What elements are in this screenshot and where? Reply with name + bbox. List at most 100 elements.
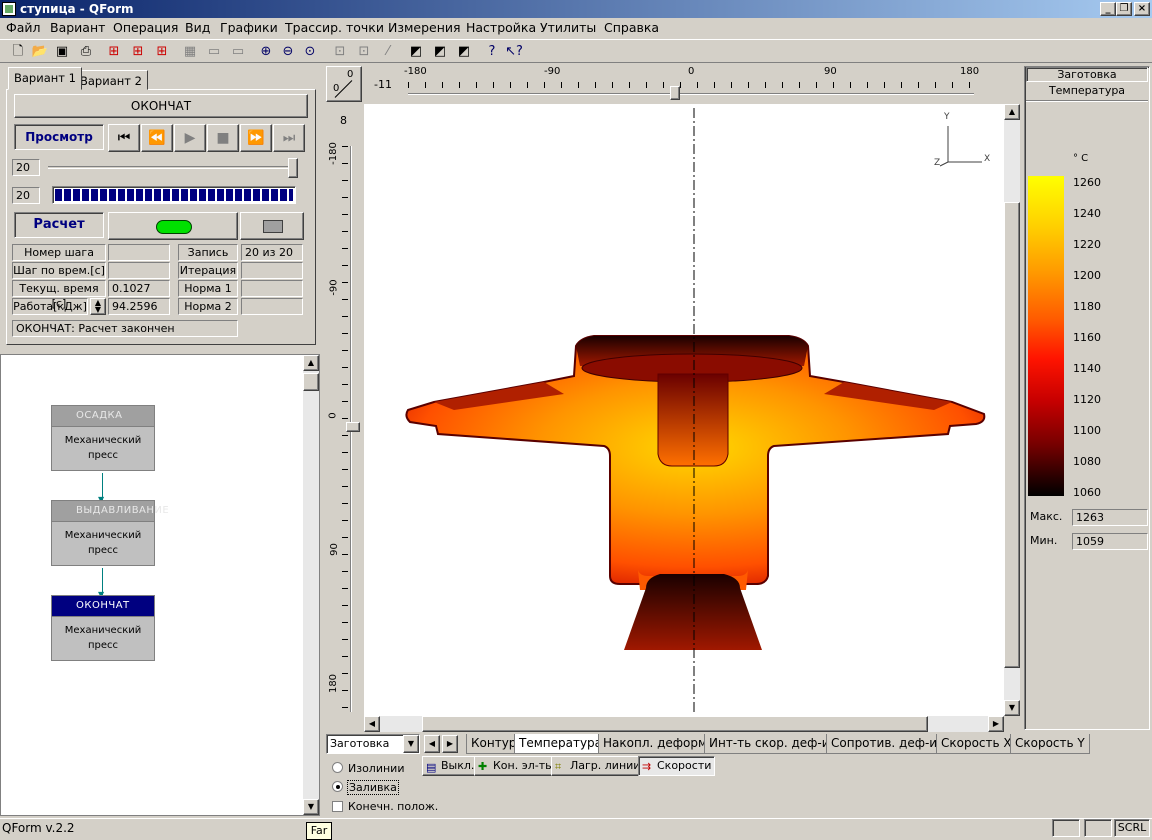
- radio-isolines[interactable]: [332, 762, 343, 773]
- stop-calc-button[interactable]: [240, 212, 304, 240]
- legend-tick: 1180: [1073, 300, 1101, 313]
- calc-button[interactable]: Расчет: [14, 212, 104, 238]
- h-ruler-thumb[interactable]: [670, 86, 680, 100]
- graph2-icon[interactable]: ◩: [430, 42, 450, 62]
- dropdown-arrow-icon[interactable]: ▼: [403, 735, 419, 753]
- menu-view[interactable]: Вид: [185, 20, 210, 35]
- measure2-icon[interactable]: ⊡: [354, 42, 374, 62]
- tree-node-upsetting[interactable]: ОСАДКА Механический пресс: [51, 405, 155, 471]
- window-icon[interactable]: ▭: [204, 42, 224, 62]
- operation-remove-icon[interactable]: ⊞: [152, 42, 172, 62]
- close-button[interactable]: ×: [1134, 2, 1150, 16]
- tab-velocity-x[interactable]: Скорость X: [936, 734, 1017, 754]
- object-select[interactable]: Заготовка ▼: [326, 734, 420, 754]
- ruler-corner[interactable]: 0 0: [326, 66, 362, 102]
- menu-variant[interactable]: Вариант: [50, 20, 105, 35]
- menu-bar: Файл Вариант Операция Вид Графики Трасси…: [0, 18, 1152, 38]
- viewport-vscroll[interactable]: ▲ ▼: [1004, 104, 1020, 716]
- menu-operation[interactable]: Операция: [113, 20, 178, 35]
- context-help-icon[interactable]: ↖?: [504, 42, 524, 62]
- preview-button[interactable]: Просмотр: [14, 124, 104, 150]
- tab-strain-rate[interactable]: Инт-ть скор. деф-ии: [704, 734, 843, 754]
- legend-tick: 1060: [1073, 486, 1101, 499]
- checkbox-final-position[interactable]: [332, 801, 343, 812]
- operation-add-icon[interactable]: ⊞: [128, 42, 148, 62]
- finite-elements-label: Кон. эл-ты: [493, 759, 554, 772]
- help-icon[interactable]: ?: [482, 42, 502, 62]
- scroll-down-icon[interactable]: ▼: [303, 799, 319, 815]
- tab-flow-stress[interactable]: Сопротив. деф-ии: [826, 734, 950, 754]
- vertical-ruler[interactable]: 8 -180 -90 0 90 180: [326, 104, 362, 716]
- tab-scroll-right-icon[interactable]: ▶: [442, 735, 458, 753]
- graph1-icon[interactable]: ◩: [406, 42, 426, 62]
- work-spin-icon[interactable]: ▲ ▼: [90, 298, 106, 315]
- window2-icon[interactable]: ▭: [228, 42, 248, 62]
- scroll-right-icon[interactable]: ▶: [988, 716, 1004, 732]
- grid-icon[interactable]: ▦: [180, 42, 200, 62]
- zoom-out-icon[interactable]: ⊖: [278, 42, 298, 62]
- radio-fill[interactable]: [332, 781, 343, 792]
- tab-variant-2[interactable]: Вариант 2: [74, 70, 148, 90]
- tab-accum-strain[interactable]: Накопл. деформ.: [598, 734, 716, 754]
- menu-file[interactable]: Файл: [6, 20, 41, 35]
- scroll-down-icon[interactable]: ▼: [1004, 700, 1020, 716]
- menu-graphs[interactable]: Графики: [220, 20, 278, 35]
- v-ruler-thumb[interactable]: [346, 422, 360, 432]
- stop-icon[interactable]: ■: [207, 124, 239, 152]
- off-button[interactable]: ▤ Выкл.: [422, 756, 479, 776]
- run-indicator-button[interactable]: [108, 212, 238, 240]
- scroll-left-icon[interactable]: ◀: [364, 716, 380, 732]
- legend-unit: ° C: [1073, 153, 1089, 164]
- operation-name-button[interactable]: ОКОНЧАТ: [14, 94, 308, 118]
- first-step-icon[interactable]: ⏮: [108, 124, 140, 152]
- finite-elements-button[interactable]: ✚ Кон. эл-ты: [474, 756, 558, 776]
- play-icon[interactable]: ▶: [174, 124, 206, 152]
- forging-body: [405, 335, 986, 650]
- tab-variant-1[interactable]: Вариант 1: [8, 67, 82, 90]
- tab-temperature[interactable]: Температура: [514, 734, 608, 754]
- last-step-icon[interactable]: ⏭: [273, 124, 305, 152]
- menu-help[interactable]: Справка: [604, 20, 659, 35]
- horizontal-ruler[interactable]: -11 -180 -90 0 90 180: [364, 66, 1022, 102]
- step-slider-thumb[interactable]: [288, 158, 298, 178]
- open-folder-icon[interactable]: 📂: [30, 42, 50, 62]
- tree-node-finish[interactable]: ОКОНЧАТ Механический пресс: [51, 595, 155, 661]
- tab-velocity-y[interactable]: Скорость Y: [1010, 734, 1090, 754]
- zoom-in-icon[interactable]: ⊕: [256, 42, 276, 62]
- step-back-icon[interactable]: ⏪: [141, 124, 173, 152]
- minimize-button[interactable]: _: [1100, 2, 1116, 16]
- tree-node-extrusion[interactable]: ВЫДАВЛИВАНИЕ Механический пресс: [51, 500, 169, 566]
- graph3-icon[interactable]: ◩: [454, 42, 474, 62]
- menu-trace-points[interactable]: Трассир. точки: [285, 20, 384, 35]
- measure1-icon[interactable]: ⊡: [330, 42, 350, 62]
- viewport-hscroll-thumb[interactable]: [422, 716, 928, 732]
- zoom-fit-icon[interactable]: ⊙: [300, 42, 320, 62]
- maximize-button[interactable]: ❐: [1116, 2, 1132, 16]
- app-icon[interactable]: [2, 2, 16, 16]
- lagrange-lines-button[interactable]: ⌗ Лагр. линии: [551, 756, 645, 776]
- new-file-icon[interactable]: 🗋: [8, 42, 28, 62]
- line-icon[interactable]: ⁄: [378, 42, 398, 62]
- v-tick-label: -180: [327, 142, 339, 165]
- menu-settings[interactable]: Настройка: [466, 20, 536, 35]
- velocities-button[interactable]: ⇉ Скорости: [638, 756, 716, 776]
- status-pane: [1084, 819, 1112, 837]
- current-time-label: Текущ. время [с]: [12, 280, 106, 310]
- step-slider-track[interactable]: [48, 166, 298, 169]
- title-bar: ступица - QForm _ ❐ ×: [0, 0, 1152, 18]
- scroll-up-icon[interactable]: ▲: [1004, 104, 1020, 120]
- print-icon[interactable]: ⎙: [76, 42, 96, 62]
- model-viewport[interactable]: Y X Z: [364, 104, 1004, 716]
- operation-tree-icon[interactable]: ⊞: [104, 42, 124, 62]
- viewport-vscroll-thumb[interactable]: [1004, 202, 1020, 668]
- viewport-hscroll[interactable]: ◀ ▶: [364, 716, 1004, 732]
- step-forward-icon[interactable]: ⏩: [240, 124, 272, 152]
- tree-scrollbar[interactable]: ▲ ▼: [303, 355, 319, 815]
- legend-min-label: Мин.: [1030, 534, 1058, 547]
- tab-scroll-left-icon[interactable]: ◀: [424, 735, 440, 753]
- menu-measure[interactable]: Измерения: [388, 20, 461, 35]
- save-icon[interactable]: ▣: [52, 42, 72, 62]
- scroll-up-icon[interactable]: ▲: [303, 355, 319, 371]
- scroll-thumb[interactable]: [303, 373, 319, 391]
- menu-utilities[interactable]: Утилиты: [540, 20, 596, 35]
